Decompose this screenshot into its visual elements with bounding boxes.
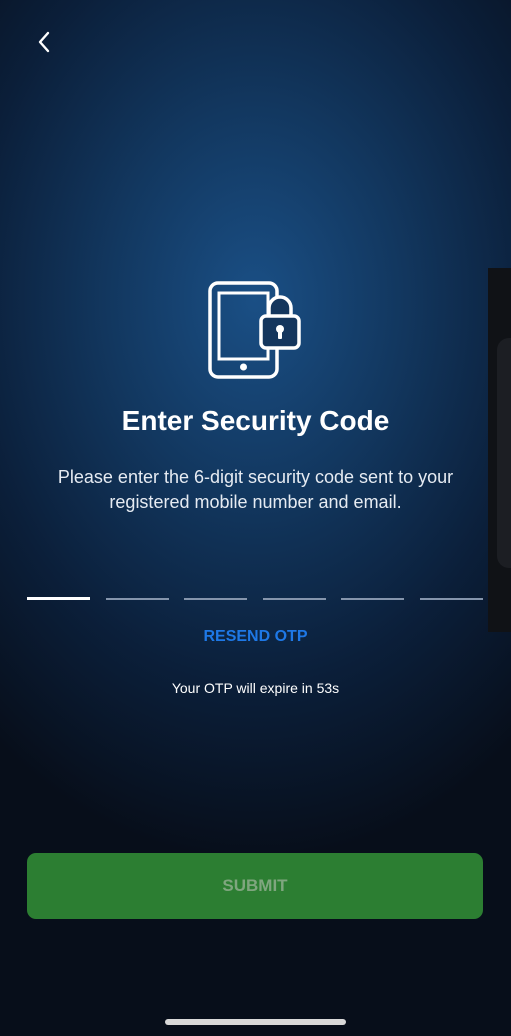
home-indicator[interactable] xyxy=(165,1019,346,1025)
security-code-screen: Enter Security Code Please enter the 6-d… xyxy=(0,0,511,1036)
otp-digit-2[interactable] xyxy=(106,580,169,602)
side-overlay-panel xyxy=(488,268,511,632)
back-button[interactable] xyxy=(26,24,62,60)
submit-button[interactable]: SUBMIT xyxy=(27,853,483,919)
instructions-text: Please enter the 6-digit security code s… xyxy=(57,467,454,512)
page-title: Enter Security Code xyxy=(121,405,390,436)
otp-input-group xyxy=(27,580,484,602)
otp-digit-1[interactable] xyxy=(27,580,90,602)
otp-digit-3[interactable] xyxy=(184,580,247,602)
otp-digit-5[interactable] xyxy=(341,580,404,602)
otp-digit-4[interactable] xyxy=(263,580,326,602)
tablet-lock-icon xyxy=(204,278,308,382)
resend-otp-link[interactable]: RESEND OTP xyxy=(0,628,511,646)
side-overlay-handle xyxy=(497,338,511,568)
otp-digit-6[interactable] xyxy=(420,580,483,602)
chevron-left-icon xyxy=(38,31,50,53)
otp-expiry-text: Your OTP will expire in 53s xyxy=(171,680,340,696)
